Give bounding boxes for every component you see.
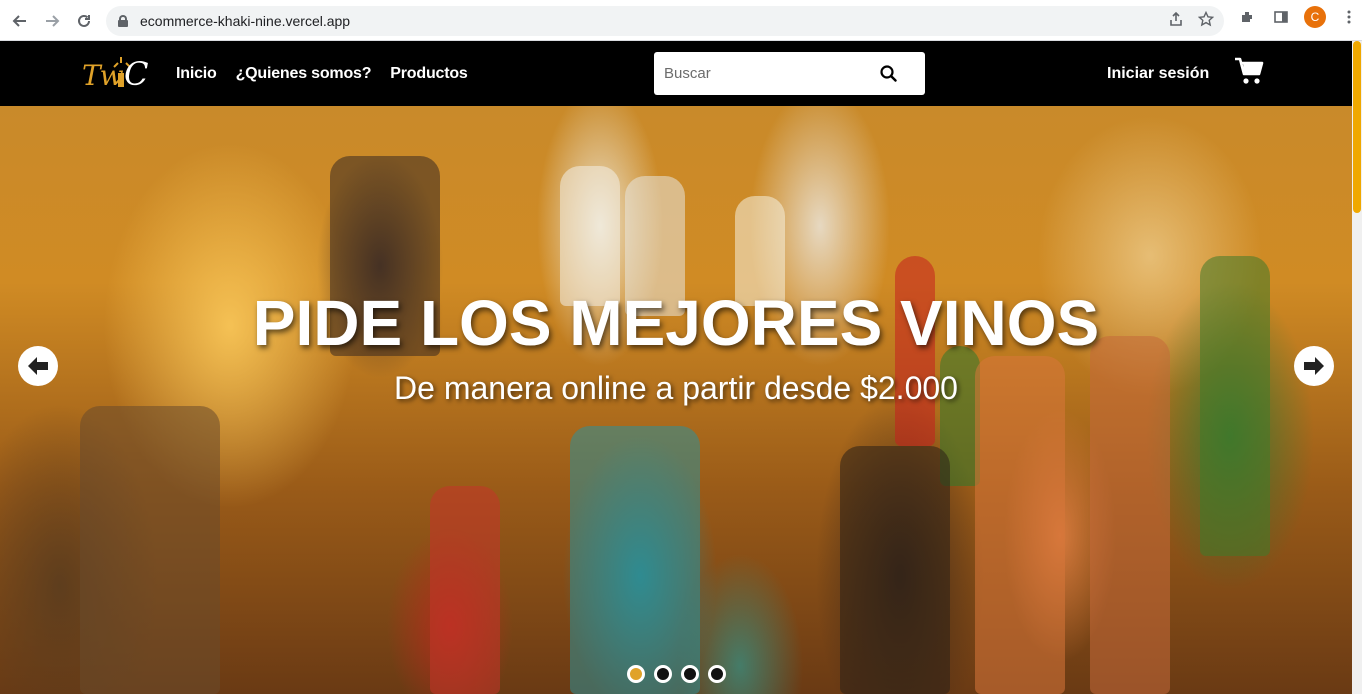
hero-background-bottle [80,406,220,694]
browser-toolbar: ecommerce-khaki-nine.vercel.app C [0,0,1362,41]
search-input[interactable] [654,52,874,95]
extensions-icon[interactable] [1236,6,1258,28]
url-text: ecommerce-khaki-nine.vercel.app [140,13,351,29]
share-icon[interactable] [1168,11,1184,32]
nav-link-quienes-somos[interactable]: ¿Quienes somos? [236,65,372,83]
carousel-indicators [627,665,726,683]
hero-background-bottle [570,426,700,694]
carousel-prev-arrow-icon[interactable] [18,346,58,386]
hero-carousel: PIDE LOS MEJORES VINOS De manera online … [0,106,1352,694]
scrollbar-thumb[interactable] [1353,41,1361,213]
hero-title: PIDE LOS MEJORES VINOS [252,287,1100,359]
hero-background-bottle [840,446,950,694]
search-icon[interactable] [880,65,897,82]
profile-avatar[interactable]: C [1304,6,1326,28]
search-box [654,52,925,95]
reload-icon[interactable] [68,5,100,37]
hero-background-bottle [430,486,500,694]
login-link[interactable]: Iniciar sesión [1107,41,1209,106]
menu-kebab-icon[interactable] [1338,6,1360,28]
carousel-dot-2[interactable] [654,665,672,683]
forward-icon[interactable] [36,5,68,37]
carousel-next-arrow-icon[interactable] [1294,346,1334,386]
page-scrollbar[interactable] [1352,41,1362,694]
bookmark-star-icon[interactable] [1197,10,1215,32]
shopping-cart-icon[interactable] [1234,56,1264,86]
back-icon[interactable] [4,5,36,37]
address-bar[interactable]: ecommerce-khaki-nine.vercel.app [106,6,1224,36]
nav-link-inicio[interactable]: Inicio [176,65,217,83]
carousel-dot-3[interactable] [681,665,699,683]
carousel-dot-1[interactable] [627,665,645,683]
side-panel-icon[interactable] [1270,6,1292,28]
carousel-dot-4[interactable] [708,665,726,683]
brand-logo[interactable]: Tw C [80,49,152,97]
site-navbar: Tw C Inicio ¿Quienes somos? Productos In… [0,41,1352,106]
hero-subtitle: De manera online a partir desde $2.000 [394,370,958,406]
hero-background-bottle [560,166,620,306]
lock-icon [118,15,128,27]
svg-text:C: C [124,55,148,93]
nav-link-productos[interactable]: Productos [390,65,468,83]
